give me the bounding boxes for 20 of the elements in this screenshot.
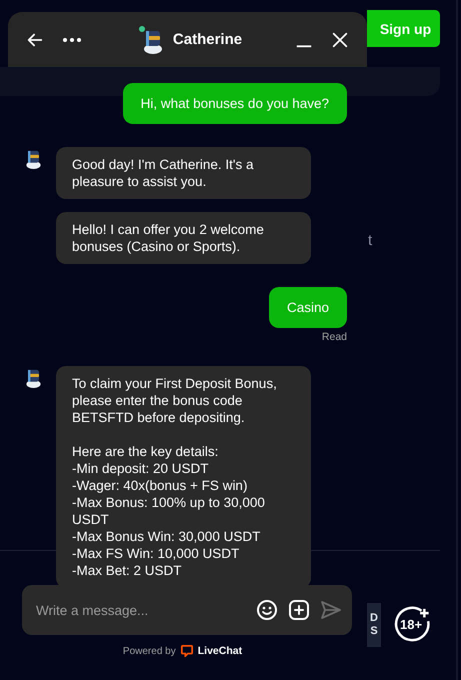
read-receipt: Read [322,331,347,343]
sent-message: Hi, what bonuses do you have? [122,83,347,124]
brand-name[interactable]: LiveChat [198,645,242,657]
message-input-field[interactable]: Write a message... [34,602,246,618]
sent-message: Casino [268,287,347,328]
attach-plus-icon[interactable] [288,599,310,621]
back-arrow-icon[interactable] [26,30,44,48]
powered-by-text: Powered by [122,646,176,656]
speech-bubble-logo-icon [180,645,193,657]
agent-name: Catherine [172,31,242,48]
send-icon[interactable] [320,599,342,621]
received-message: To claim your First Deposit Bonus, please enter the bonus code BETSFTD before depositing. Here are the key details: -Min deposit: 20 USDT -Wager: 40x(bonus + FS win) -Max Bonus: 100% up to 30,000 USDT -Max Bonus Win: 30,000 USDT -Max FS Win: 10,000 USDT -Max Bet: 2 USDT [56,366,311,585]
emoji-icon[interactable] [256,599,278,621]
more-options-icon[interactable] [62,36,82,42]
cut-off-text: t [368,232,372,249]
close-icon[interactable] [331,30,349,48]
age-badge: 18+ [393,606,431,644]
received-message: Good day! I'm Catherine. It's a pleasure to assist you. [56,147,311,199]
received-message: Hello! I can offer you 2 welcome bonuses (Casino or Sports). [56,212,311,264]
side-badge: D S [367,603,381,647]
